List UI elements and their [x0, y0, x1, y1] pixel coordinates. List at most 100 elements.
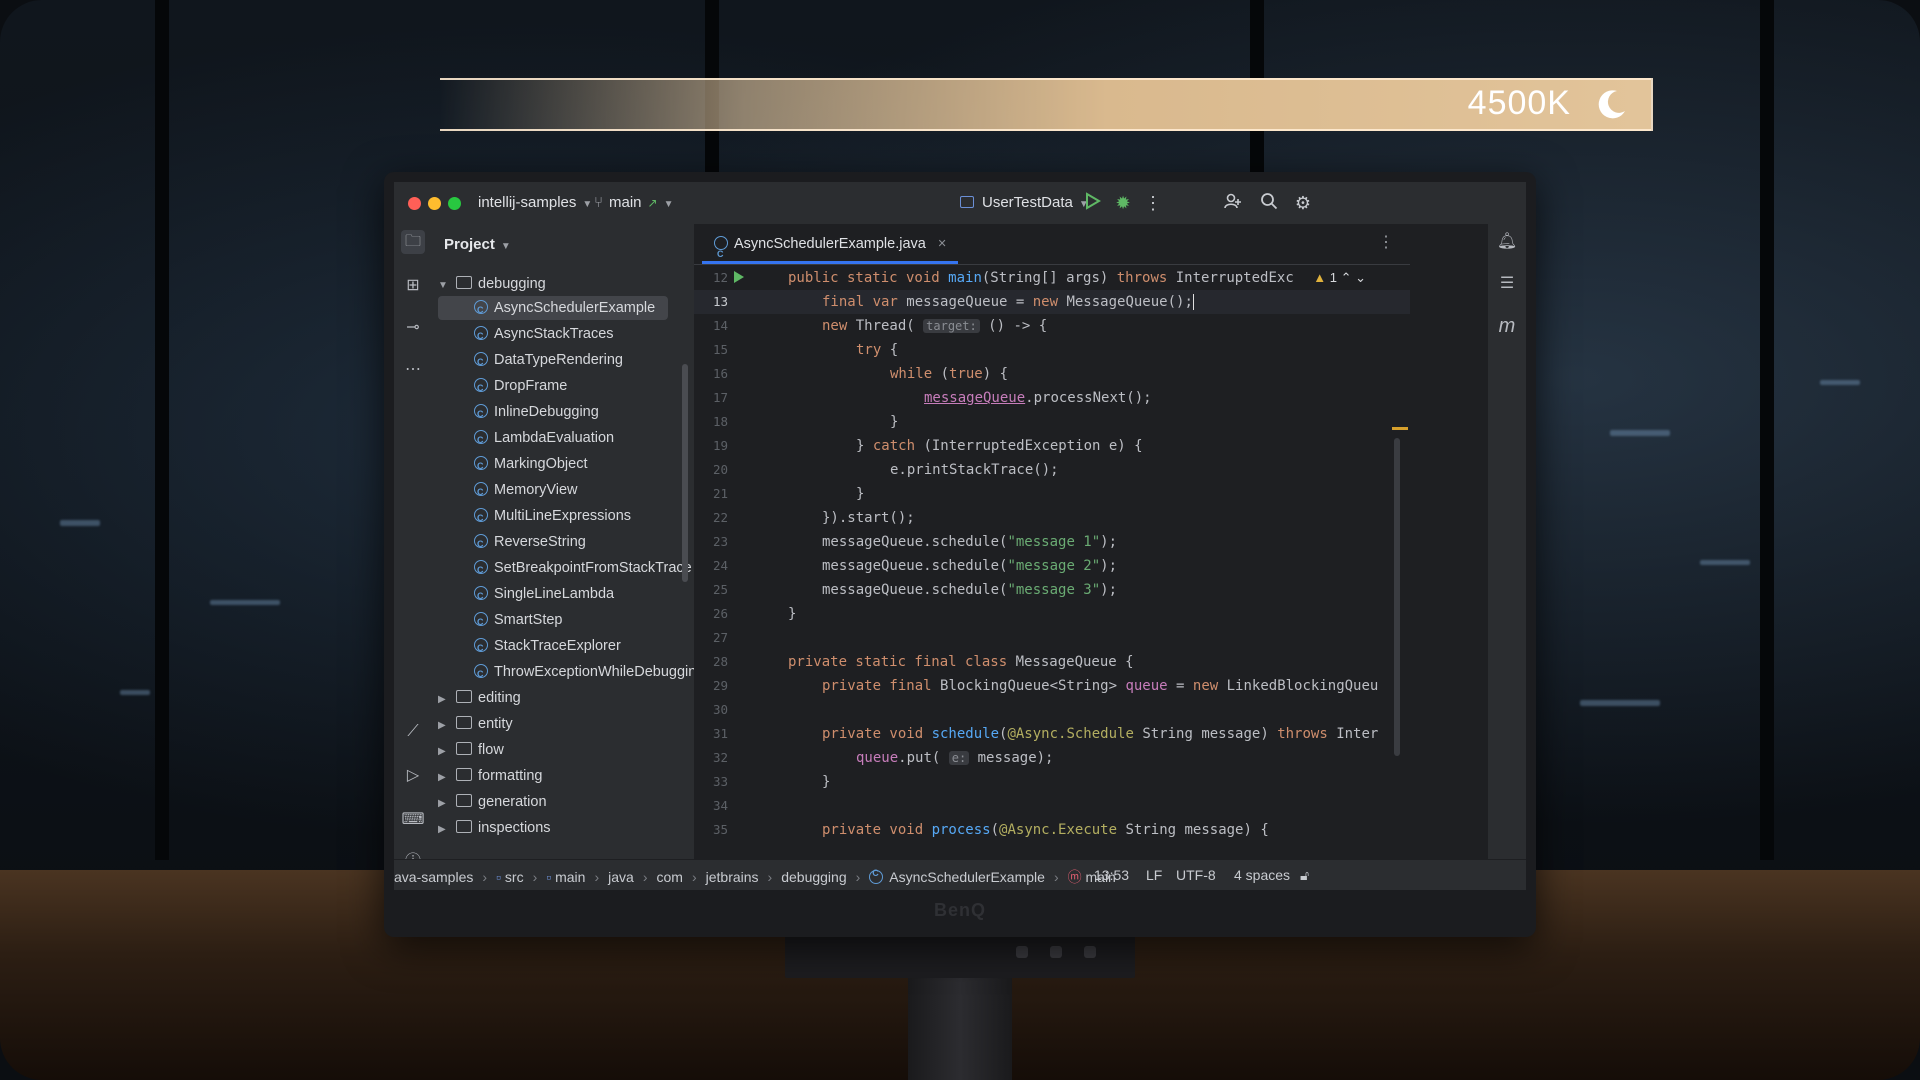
caret-position[interactable]: 13:53 — [1094, 867, 1129, 883]
maven-icon: m — [1498, 315, 1516, 337]
tree-class-item[interactable]: ReverseString — [474, 530, 586, 556]
more-vertical-icon[interactable]: ⋮ — [1378, 232, 1394, 252]
tree-class-label: DropFrame — [494, 378, 568, 394]
project-name: intellij-samples — [478, 194, 577, 211]
tree-class-label: StackTraceExplorer — [494, 638, 621, 654]
class-icon — [474, 298, 488, 322]
line-separator[interactable]: LF — [1146, 867, 1162, 883]
class-icon — [474, 480, 488, 504]
run-config-selector[interactable]: UserTestData ▼ — [960, 194, 1089, 211]
tree-class-label: MultiLineExpressions — [494, 508, 632, 524]
more-tools-button[interactable]: ⋯ — [401, 358, 425, 382]
indent-setting[interactable]: 4 spaces — [1234, 867, 1290, 883]
breadcrumb-item[interactable]: AsyncSchedulerExample — [889, 869, 1045, 885]
breadcrumb-item[interactable]: com — [657, 869, 683, 885]
editor-scrollbar[interactable] — [1394, 438, 1400, 756]
more-actions-button[interactable]: ⋮ — [1142, 192, 1164, 214]
chevron-down-icon[interactable]: ⌄ — [1355, 270, 1366, 285]
tree-class-item[interactable]: AsyncSchedulerExample — [438, 296, 668, 322]
bell-icon: 🔔︎ — [1496, 233, 1518, 250]
profiler-tool-button[interactable]: ⟋ — [401, 720, 425, 744]
database-tool-button[interactable]: ☰ — [1495, 272, 1519, 296]
tree-folder-item[interactable]: ▶ entity — [438, 712, 513, 736]
breadcrumb-item[interactable]: src — [505, 869, 524, 885]
breadcrumb-item[interactable]: ava-samples — [394, 869, 473, 885]
class-icon — [474, 662, 488, 686]
play-circle-icon: ▷ — [406, 767, 420, 784]
tree-class-item[interactable]: DropFrame — [474, 374, 568, 400]
breadcrumb-item[interactable]: debugging — [781, 869, 846, 885]
structure-tool-button[interactable]: ⊞ — [401, 274, 425, 298]
warning-icon: ▲ — [1313, 270, 1327, 285]
chevron-up-icon[interactable]: ⌃ — [1341, 270, 1352, 285]
file-encoding[interactable]: UTF-8 — [1176, 867, 1216, 883]
tree-folder-item[interactable]: ▶ flow — [438, 738, 504, 762]
services-tool-button[interactable]: ▷ — [401, 764, 425, 788]
zoom-window-button[interactable] — [448, 197, 461, 210]
line-number: 14 — [712, 318, 728, 333]
tree-folder-item[interactable]: ▶ editing — [438, 686, 521, 710]
line-number: 34 — [712, 798, 728, 813]
notifications-button[interactable]: 🔔︎ — [1495, 230, 1519, 254]
commit-tool-button[interactable]: ⊸ — [401, 316, 425, 340]
project-panel-title[interactable]: Project ▼ — [444, 236, 511, 253]
chevron-down-icon: ▼ — [438, 280, 448, 291]
debug-button[interactable]: ✹ — [1112, 192, 1134, 214]
tree-class-item[interactable]: SmartStep — [474, 608, 563, 634]
warning-stripe-marker[interactable] — [1392, 427, 1408, 430]
breadcrumb-item[interactable]: main — [555, 869, 585, 885]
line-number: 18 — [712, 414, 728, 429]
breadcrumb-item[interactable]: jetbrains — [706, 869, 759, 885]
run-icon — [1086, 192, 1101, 210]
project-tool-button[interactable]: 🗀 — [401, 230, 425, 254]
tree-class-item[interactable]: AsyncStackTraces — [474, 322, 614, 348]
line-number: 33 — [712, 774, 728, 789]
tree-class-item[interactable]: InlineDebugging — [474, 400, 599, 426]
terminal-tool-button[interactable]: ⌨ — [401, 808, 425, 832]
chevron-right-icon: › — [767, 869, 773, 885]
run-button[interactable] — [1082, 192, 1104, 214]
line-number: 12 — [712, 270, 728, 285]
class-icon — [474, 584, 488, 608]
class-icon — [474, 558, 488, 582]
close-window-button[interactable] — [408, 197, 421, 210]
monitor-button-icon[interactable] — [1084, 946, 1096, 958]
tree-class-item[interactable]: SetBreakpointFromStackTrace — [474, 556, 692, 582]
class-icon — [474, 636, 488, 660]
tree-folder-item[interactable]: ▶ generation — [438, 790, 547, 814]
folder-icon — [456, 690, 472, 703]
search-button[interactable] — [1258, 192, 1280, 214]
close-tab-icon[interactable]: × — [938, 236, 946, 252]
warning-indicator[interactable]: ▲ 1 ⌃ ⌄ — [1313, 266, 1366, 290]
tree-folder-item[interactable]: ▶ inspections — [438, 816, 551, 840]
tree-class-item[interactable]: DataTypeRendering — [474, 348, 623, 374]
project-scrollbar[interactable] — [682, 364, 688, 582]
tree-folder-item[interactable]: ▶ formatting — [438, 764, 542, 788]
monitor-button-icon[interactable] — [1016, 946, 1028, 958]
branch-selector[interactable]: ⑂ main ↗ ▼ — [594, 194, 674, 211]
line-number: 28 — [712, 654, 728, 669]
code-editor[interactable]: AsyncSchedulerExample.java × ⋮ 12public s… — [694, 224, 1410, 860]
add-user-button[interactable] — [1222, 192, 1244, 214]
maven-tool-button[interactable]: m — [1495, 314, 1519, 338]
minimize-window-button[interactable] — [428, 197, 441, 210]
settings-button[interactable]: ⚙ — [1292, 192, 1314, 214]
monitor-button-icon[interactable] — [1050, 946, 1062, 958]
tree-class-item[interactable]: LambdaEvaluation — [474, 426, 614, 452]
tree-class-item[interactable]: MultiLineExpressions — [474, 504, 632, 530]
lock-icon[interactable]: 🔓︎ — [1300, 867, 1309, 884]
run-gutter-icon[interactable] — [734, 271, 744, 283]
color-temperature-value: 4500K — [1467, 84, 1571, 122]
tree-class-item[interactable]: MemoryView — [474, 478, 578, 504]
project-selector[interactable]: intellij-samples ▼ — [478, 194, 592, 211]
breadcrumb-item[interactable]: java — [608, 869, 634, 885]
monitor: BenQ intellij-samples ▼ ⑂ main ↗ ▼ UserTestD… — [384, 172, 1536, 937]
tree-class-item[interactable]: ThrowExceptionWhileDebugging — [474, 660, 694, 686]
code-area[interactable]: 12 public static void main(String[] args)… — [694, 266, 1410, 860]
editor-tab[interactable]: AsyncSchedulerExample.java × — [702, 224, 959, 274]
tree-class-item[interactable]: MarkingObject — [474, 452, 587, 478]
tree-class-label: SingleLineLambda — [494, 586, 615, 602]
tree-folder-debugging[interactable]: ▼ debugging — [438, 272, 546, 296]
tree-class-item[interactable]: SingleLineLambda — [474, 582, 615, 608]
tree-class-item[interactable]: StackTraceExplorer — [474, 634, 621, 660]
